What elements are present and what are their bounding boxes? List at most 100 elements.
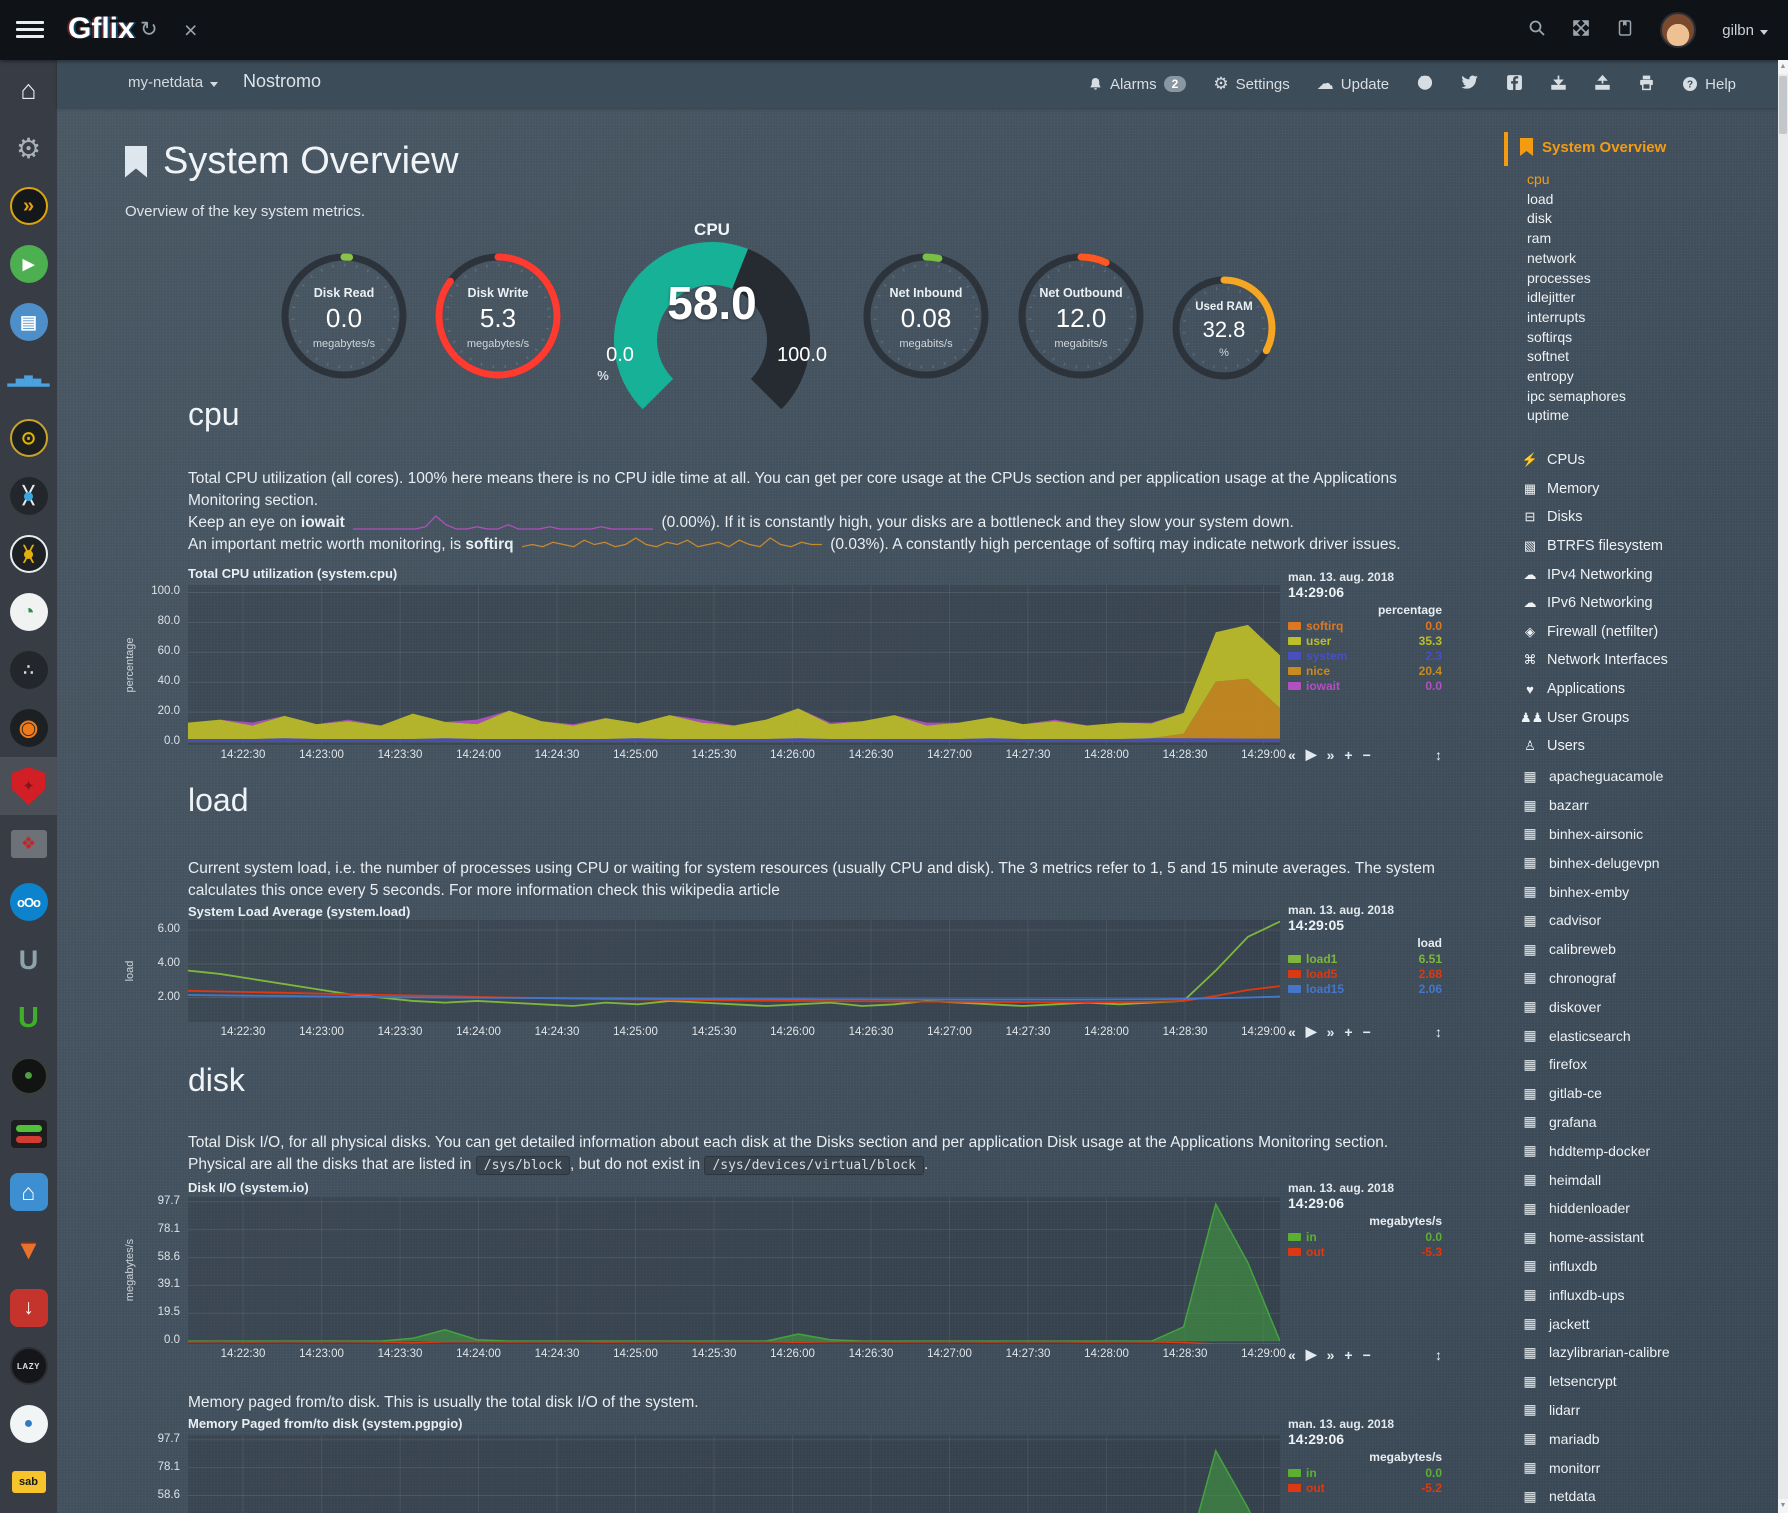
hamburger-menu-icon[interactable]	[16, 21, 44, 39]
app-x-blue-icon[interactable]: ╳	[0, 467, 57, 525]
nav-section[interactable]: ⌘ Network Interfaces	[1520, 646, 1770, 675]
play-icon[interactable]: ▶	[1306, 1023, 1317, 1040]
resize-icon[interactable]: ↕	[1435, 747, 1442, 763]
legend-row[interactable]: user 35.3	[1288, 633, 1442, 648]
nav-app-item[interactable]: ▦ gitlab-ce	[1520, 1079, 1770, 1108]
legend-row[interactable]: iowait 0.0	[1288, 678, 1442, 693]
app-x-yellow-icon[interactable]: ╳	[0, 525, 57, 583]
close-icon[interactable]: ×	[184, 0, 197, 60]
pan-backward-icon[interactable]: «	[1288, 1024, 1296, 1040]
cpu-chart[interactable]	[188, 585, 1280, 745]
resize-icon[interactable]: ↕	[1435, 1024, 1442, 1040]
pan-forward-icon[interactable]: »	[1327, 747, 1335, 763]
nav-app-item[interactable]: ▦ hddtemp-docker	[1520, 1136, 1770, 1165]
nav-section[interactable]: ◈ Firewall (netfilter)	[1520, 618, 1770, 647]
search-icon[interactable]	[1528, 19, 1546, 42]
gauge-used-ram[interactable]: Used RAM 32.8 %	[1169, 273, 1279, 383]
legend-row[interactable]: load15 2.06	[1288, 981, 1442, 996]
zoom-out-icon[interactable]: −	[1363, 747, 1371, 763]
legend-row[interactable]: out -5.2	[1288, 1480, 1442, 1495]
nav-subitem[interactable]: disk	[1527, 209, 1767, 229]
nav-app-item[interactable]: ▦ home-assistant	[1520, 1223, 1770, 1252]
nav-subitem[interactable]: cpu	[1527, 170, 1767, 190]
resize-icon[interactable]: ↕	[1435, 1347, 1442, 1363]
pan-backward-icon[interactable]: «	[1288, 1347, 1296, 1363]
legend-row[interactable]: softirq 0.0	[1288, 618, 1442, 633]
turtle-icon[interactable]: ●	[0, 1047, 57, 1105]
nav-app-item[interactable]: ▦ apacheguacamole	[1520, 762, 1770, 791]
zoom-out-icon[interactable]: −	[1363, 1024, 1371, 1040]
pan-backward-icon[interactable]: «	[1288, 747, 1296, 763]
twitter-icon[interactable]	[1461, 73, 1479, 95]
emby-icon[interactable]: ▶	[0, 235, 57, 293]
gitlab-icon[interactable]: ▼	[0, 1221, 57, 1279]
home-assistant-icon[interactable]: ⌂	[0, 1163, 57, 1221]
nav-subitem[interactable]: network	[1527, 249, 1767, 269]
nav-section[interactable]: ♥ Applications	[1520, 675, 1770, 704]
jackett-icon[interactable]: ⊙	[0, 409, 57, 467]
legend-row[interactable]: load1 6.51	[1288, 951, 1442, 966]
gauge-disk-write[interactable]: Disk Write 5.3 megabytes/s	[432, 250, 564, 382]
nav-app-item[interactable]: ▦ calibreweb	[1520, 935, 1770, 964]
nav-app-item[interactable]: ▦ jackett	[1520, 1309, 1770, 1338]
scrollbar[interactable]: ▲ ▼	[1778, 60, 1788, 1513]
gems-icon[interactable]: ❖	[0, 815, 57, 873]
tautulli-icon[interactable]: »	[0, 177, 57, 235]
journal-icon[interactable]	[1616, 19, 1634, 42]
scroll-down-button[interactable]: ▼	[1778, 1499, 1788, 1513]
nav-app-item[interactable]: ▦ cadvisor	[1520, 906, 1770, 935]
gauge-disk-read[interactable]: Disk Read 0.0 megabytes/s	[278, 250, 410, 382]
pan-forward-icon[interactable]: »	[1327, 1347, 1335, 1363]
user-avatar[interactable]	[1660, 12, 1696, 48]
legend-row[interactable]: load5 2.68	[1288, 966, 1442, 981]
disk-chart[interactable]	[188, 1197, 1280, 1344]
nav-section[interactable]: ♙ Users	[1520, 732, 1770, 761]
monitorr-icon[interactable]	[0, 1105, 57, 1163]
nav-subitem[interactable]: softnet	[1527, 347, 1767, 367]
load-chart[interactable]	[188, 920, 1280, 1022]
user-menu[interactable]: gilbn	[1722, 22, 1768, 39]
legend-row[interactable]: system 2.3	[1288, 648, 1442, 663]
nav-section[interactable]: ☁ IPv4 Networking	[1520, 560, 1770, 589]
legend-row[interactable]: out -5.3	[1288, 1244, 1442, 1259]
nav-subitem[interactable]: processes	[1527, 269, 1767, 289]
play-icon[interactable]: ▶	[1306, 1346, 1317, 1363]
nav-app-item[interactable]: ▦ bazarr	[1520, 791, 1770, 820]
nav-subitem[interactable]: ipc semaphores	[1527, 387, 1767, 407]
zoom-in-icon[interactable]: +	[1344, 1024, 1352, 1040]
nav-app-item[interactable]: ▦ monitorr	[1520, 1453, 1770, 1482]
nav-app-item[interactable]: ▦ mariadb	[1520, 1424, 1770, 1453]
nextcloud-icon[interactable]: oOo	[0, 873, 57, 931]
nav-section[interactable]: ☁ IPv6 Networking	[1520, 589, 1770, 618]
nav-app-item[interactable]: ▦ hiddenloader	[1520, 1194, 1770, 1223]
server-dropdown[interactable]: my-netdata	[128, 74, 218, 91]
nav-section[interactable]: ♟♟ User Groups	[1520, 703, 1770, 732]
help-button[interactable]: ? Help	[1682, 76, 1736, 93]
nav-section[interactable]: ▧ BTRFS filesystem	[1520, 532, 1770, 561]
diskover-icon[interactable]: ∴	[0, 641, 57, 699]
nav-system-overview[interactable]: System Overview	[1520, 138, 1666, 156]
nav-app-item[interactable]: ▦ binhex-airsonic	[1520, 820, 1770, 849]
settings-button[interactable]: ⚙Settings	[1213, 74, 1289, 94]
nav-app-item[interactable]: ▦ diskover	[1520, 992, 1770, 1021]
library-icon[interactable]: ▤	[0, 293, 57, 351]
nav-subitem[interactable]: ram	[1527, 229, 1767, 249]
print-icon[interactable]	[1638, 74, 1655, 95]
sabnzbd-icon[interactable]: sab	[0, 1453, 57, 1511]
nav-app-item[interactable]: ▦ lazylibrarian-calibre	[1520, 1338, 1770, 1367]
nav-app-item[interactable]: ▦ lidarr	[1520, 1396, 1770, 1425]
fullscreen-icon[interactable]	[1572, 19, 1590, 42]
nav-app-item[interactable]: ▦ heimdall	[1520, 1165, 1770, 1194]
nav-app-item[interactable]: ▦ binhex-delugevpn	[1520, 848, 1770, 877]
play-icon[interactable]: ▶	[1306, 746, 1317, 763]
update-button[interactable]: ☁Update	[1317, 74, 1389, 94]
nav-section[interactable]: ▦ Memory	[1520, 475, 1770, 504]
zoom-in-icon[interactable]: +	[1344, 747, 1352, 763]
nav-section[interactable]: ⊟ Disks	[1520, 503, 1770, 532]
home-icon[interactable]: ⌂	[0, 61, 57, 119]
nav-app-item[interactable]: ▦ netdata	[1520, 1482, 1770, 1511]
nav-app-item[interactable]: ▦ letsencrypt	[1520, 1367, 1770, 1396]
download-icon[interactable]	[1550, 74, 1567, 95]
nav-subitem[interactable]: softirqs	[1527, 328, 1767, 348]
nav-subitem[interactable]: idlejitter	[1527, 288, 1767, 308]
